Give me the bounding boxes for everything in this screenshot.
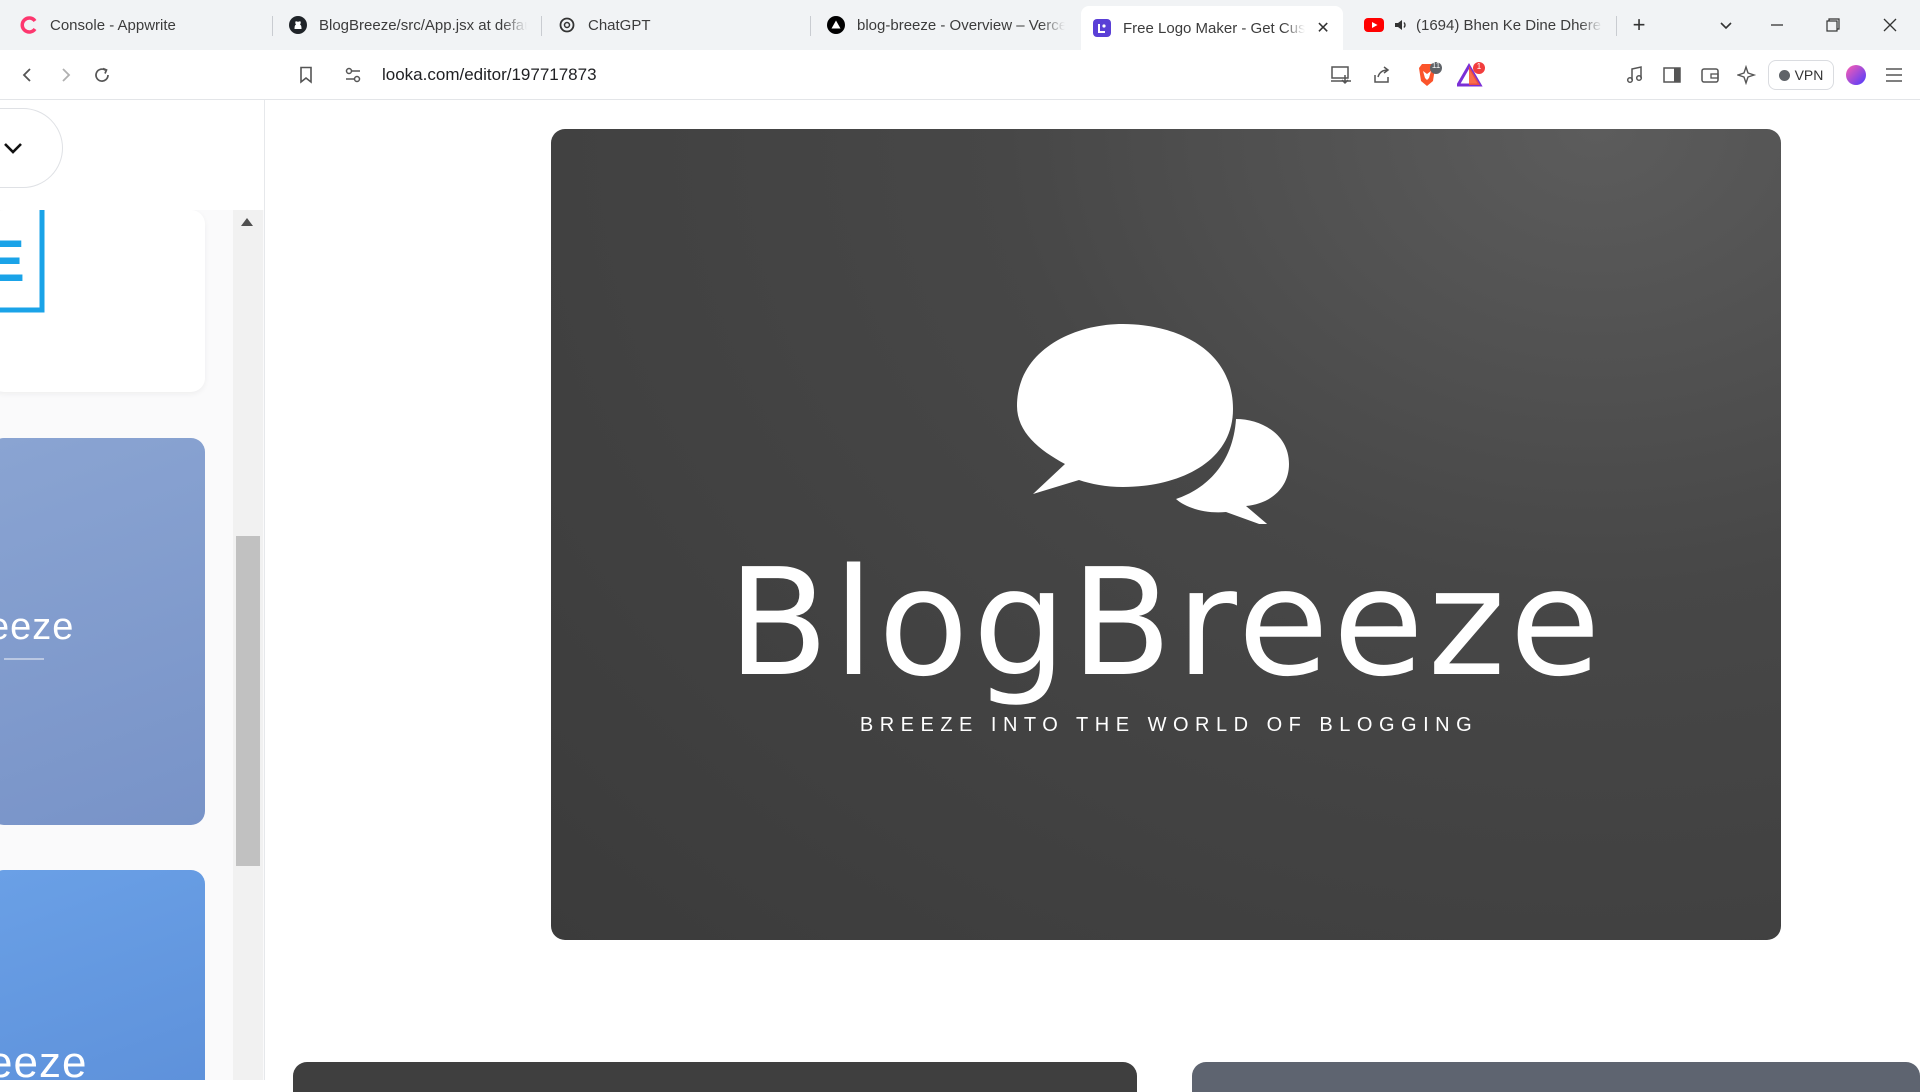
tab-title: Free Logo Maker - Get Custom bbox=[1123, 19, 1306, 37]
logo-variations-list: E eeze eeze bbox=[0, 210, 264, 1080]
avatar bbox=[1846, 65, 1866, 85]
sidebar-scrollbar[interactable] bbox=[233, 210, 263, 1080]
tab-title: ChatGPT bbox=[588, 16, 651, 34]
logo-variations-sidebar: E eeze eeze bbox=[0, 100, 265, 1080]
variation-tagline-line bbox=[4, 658, 44, 660]
rewards-badge: 1 bbox=[1476, 62, 1482, 71]
tab-appwrite[interactable]: Console - Appwrite bbox=[8, 6, 270, 44]
tab-title: (1694) Bhen Ke Dine Dhere bbox=[1416, 16, 1602, 34]
hamburger-menu-icon bbox=[1886, 68, 1902, 82]
category-dropdown[interactable] bbox=[0, 108, 63, 188]
logo-variation-card[interactable]: eeze bbox=[0, 870, 205, 1080]
speaker-icon[interactable] bbox=[1392, 16, 1410, 34]
tab-youtube[interactable]: (1694) Bhen Ke Dine Dhere bbox=[1352, 6, 1614, 44]
tab-search-button[interactable] bbox=[1698, 0, 1754, 50]
share-icon[interactable] bbox=[1372, 65, 1392, 90]
wallet-icon bbox=[1701, 68, 1719, 83]
leo-ai-button[interactable] bbox=[1732, 60, 1762, 90]
site-settings-icon[interactable] bbox=[344, 66, 362, 89]
brave-badge: 11 bbox=[1431, 61, 1441, 70]
bookmark-icon bbox=[300, 66, 312, 84]
tab-title: Console - Appwrite bbox=[50, 16, 176, 34]
reload-icon bbox=[95, 67, 109, 82]
url-text[interactable]: looka.com/editor/197717873 bbox=[382, 65, 597, 85]
music-note-icon bbox=[1626, 66, 1643, 84]
mockup-preview-card[interactable] bbox=[293, 1062, 1137, 1092]
restore-button[interactable] bbox=[1805, 0, 1861, 50]
profile-button[interactable] bbox=[1841, 60, 1871, 90]
github-icon bbox=[289, 16, 307, 34]
reload-button[interactable] bbox=[87, 60, 117, 90]
close-window-button[interactable] bbox=[1862, 0, 1918, 50]
youtube-icon bbox=[1364, 16, 1386, 34]
back-button[interactable] bbox=[13, 60, 43, 90]
sidebar-icon bbox=[1663, 67, 1681, 83]
variation-preview bbox=[0, 210, 45, 313]
forward-button[interactable] bbox=[50, 60, 80, 90]
close-tab-icon[interactable]: ✕ bbox=[1315, 19, 1331, 37]
vpn-shield-icon bbox=[1778, 69, 1790, 81]
tab-separator bbox=[272, 16, 273, 36]
sidebar-toggle-button[interactable] bbox=[1657, 60, 1687, 90]
variation-wordmark: E bbox=[0, 228, 26, 295]
logo-variation-card[interactable]: E bbox=[0, 210, 205, 392]
tab-looka[interactable]: Free Logo Maker - Get Custom ✕ bbox=[1081, 6, 1343, 50]
bookmark-button[interactable] bbox=[291, 60, 321, 90]
scrollbar-thumb[interactable] bbox=[236, 536, 260, 866]
scroll-up-arrow-icon[interactable] bbox=[241, 218, 253, 226]
logo-preview-canvas[interactable]: BlogBreeze BREEZE INTO THE WORLD OF BLOG… bbox=[551, 129, 1781, 940]
chevron-down-icon bbox=[1720, 22, 1732, 30]
wallet-button[interactable] bbox=[1695, 60, 1725, 90]
tab-title: blog-breeze - Overview – Vercel bbox=[857, 16, 1065, 34]
forward-arrow-icon bbox=[62, 68, 71, 82]
chat-bubbles-icon bbox=[1017, 324, 1289, 524]
tab-separator bbox=[541, 16, 542, 36]
tab-github[interactable]: BlogBreeze/src/App.jsx at default bbox=[277, 6, 539, 44]
looka-editor-page: E eeze eeze BlogBreeze BREEZE INTO THE W… bbox=[0, 100, 1920, 1092]
tab-title: BlogBreeze/src/App.jsx at default bbox=[319, 16, 527, 34]
address-bar[interactable]: looka.com/editor/197717873 11 1 bbox=[330, 56, 1505, 94]
logo-tagline[interactable]: BREEZE INTO THE WORLD OF BLOGGING bbox=[551, 714, 1781, 737]
new-tab-button[interactable]: + bbox=[1611, 0, 1667, 50]
browser-toolbar: looka.com/editor/197717873 11 1 VPN bbox=[0, 50, 1920, 100]
appwrite-icon bbox=[20, 16, 38, 34]
install-app-icon[interactable] bbox=[1330, 65, 1352, 90]
mockup-preview-card[interactable] bbox=[1192, 1062, 1920, 1092]
vpn-button[interactable]: VPN bbox=[1768, 60, 1834, 90]
menu-button[interactable] bbox=[1879, 60, 1909, 90]
variation-wordmark: eeze bbox=[0, 606, 75, 648]
looka-icon bbox=[1093, 19, 1111, 37]
chevron-down-icon bbox=[2, 137, 24, 164]
tab-bar: Console - Appwrite BlogBreeze/src/App.js… bbox=[0, 0, 1920, 50]
tab-chatgpt[interactable]: ChatGPT bbox=[546, 6, 808, 44]
logo-wordmark[interactable]: BlogBreeze bbox=[551, 549, 1781, 697]
sparkle-icon bbox=[1737, 65, 1757, 85]
media-button[interactable] bbox=[1620, 60, 1650, 90]
tab-separator bbox=[810, 16, 811, 36]
variation-wordmark: eeze bbox=[0, 1038, 88, 1080]
tab-vercel[interactable]: blog-breeze - Overview – Vercel bbox=[815, 6, 1077, 44]
chatgpt-icon bbox=[558, 16, 576, 34]
minimize-button[interactable] bbox=[1749, 0, 1805, 50]
vpn-label: VPN bbox=[1794, 67, 1824, 83]
vercel-icon bbox=[827, 16, 845, 34]
logo-variation-card[interactable]: eeze bbox=[0, 438, 205, 825]
back-arrow-icon bbox=[22, 68, 31, 82]
